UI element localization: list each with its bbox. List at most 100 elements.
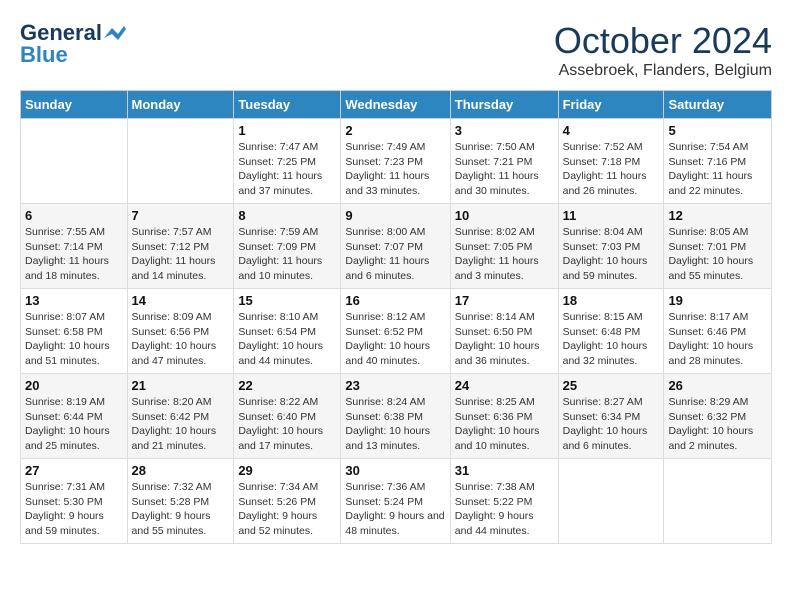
day-number: 5 xyxy=(668,123,767,138)
calendar-table: SundayMondayTuesdayWednesdayThursdayFrid… xyxy=(20,90,772,544)
day-info: Sunrise: 7:52 AM Sunset: 7:18 PM Dayligh… xyxy=(563,140,660,199)
day-number: 16 xyxy=(345,293,445,308)
day-info: Sunrise: 8:20 AM Sunset: 6:42 PM Dayligh… xyxy=(132,395,230,454)
calendar-cell: 28 Sunrise: 7:32 AM Sunset: 5:28 PM Dayli… xyxy=(127,459,234,544)
calendar-cell: 1 Sunrise: 7:47 AM Sunset: 7:25 PM Daylig… xyxy=(234,119,341,204)
day-number: 1 xyxy=(238,123,336,138)
calendar-cell: 31 Sunrise: 7:38 AM Sunset: 5:22 PM Dayli… xyxy=(450,459,558,544)
day-info: Sunrise: 8:09 AM Sunset: 6:56 PM Dayligh… xyxy=(132,310,230,369)
day-number: 15 xyxy=(238,293,336,308)
calendar-cell: 17Sunrise: 8:14 AM Sunset: 6:50 PM Dayli… xyxy=(450,289,558,374)
calendar-cell xyxy=(127,119,234,204)
calendar-cell: 25 Sunrise: 8:27 AM Sunset: 6:34 PM Dayli… xyxy=(558,374,664,459)
day-info: Sunrise: 7:47 AM Sunset: 7:25 PM Dayligh… xyxy=(238,140,336,199)
calendar-cell: 8 Sunrise: 7:59 AM Sunset: 7:09 PM Daylig… xyxy=(234,204,341,289)
day-number: 18 xyxy=(563,293,660,308)
day-number: 21 xyxy=(132,378,230,393)
calendar-cell: 11 Sunrise: 8:04 AM Sunset: 7:03 PM Dayli… xyxy=(558,204,664,289)
day-number: 11 xyxy=(563,208,660,223)
calendar-body: 1 Sunrise: 7:47 AM Sunset: 7:25 PM Daylig… xyxy=(21,119,772,544)
day-info: Sunrise: 8:17 AM Sunset: 6:46 PM Dayligh… xyxy=(668,310,767,369)
calendar-week-row: 13Sunrise: 8:07 AM Sunset: 6:58 PM Dayli… xyxy=(21,289,772,374)
day-info: Sunrise: 8:05 AM Sunset: 7:01 PM Dayligh… xyxy=(668,225,767,284)
day-info: Sunrise: 7:38 AM Sunset: 5:22 PM Dayligh… xyxy=(455,480,554,539)
day-info: Sunrise: 7:34 AM Sunset: 5:26 PM Dayligh… xyxy=(238,480,336,539)
day-number: 7 xyxy=(132,208,230,223)
calendar-cell: 2 Sunrise: 7:49 AM Sunset: 7:23 PM Daylig… xyxy=(341,119,450,204)
col-header-thursday: Thursday xyxy=(450,91,558,119)
day-number: 25 xyxy=(563,378,660,393)
calendar-cell: 26Sunrise: 8:29 AM Sunset: 6:32 PM Dayli… xyxy=(664,374,772,459)
calendar-cell: 22 Sunrise: 8:22 AM Sunset: 6:40 PM Dayli… xyxy=(234,374,341,459)
calendar-cell: 29 Sunrise: 7:34 AM Sunset: 5:26 PM Dayli… xyxy=(234,459,341,544)
calendar-cell: 7 Sunrise: 7:57 AM Sunset: 7:12 PM Daylig… xyxy=(127,204,234,289)
day-info: Sunrise: 7:57 AM Sunset: 7:12 PM Dayligh… xyxy=(132,225,230,284)
day-info: Sunrise: 8:22 AM Sunset: 6:40 PM Dayligh… xyxy=(238,395,336,454)
header: General Blue October 2024 Assebroek, Fla… xyxy=(20,20,772,80)
calendar-cell: 23 Sunrise: 8:24 AM Sunset: 6:38 PM Dayli… xyxy=(341,374,450,459)
col-header-tuesday: Tuesday xyxy=(234,91,341,119)
calendar-week-row: 27Sunrise: 7:31 AM Sunset: 5:30 PM Dayli… xyxy=(21,459,772,544)
location-subtitle: Assebroek, Flanders, Belgium xyxy=(554,62,772,80)
day-info: Sunrise: 7:54 AM Sunset: 7:16 PM Dayligh… xyxy=(668,140,767,199)
day-info: Sunrise: 7:50 AM Sunset: 7:21 PM Dayligh… xyxy=(455,140,554,199)
day-number: 24 xyxy=(455,378,554,393)
day-info: Sunrise: 8:27 AM Sunset: 6:34 PM Dayligh… xyxy=(563,395,660,454)
day-number: 14 xyxy=(132,293,230,308)
day-info: Sunrise: 8:10 AM Sunset: 6:54 PM Dayligh… xyxy=(238,310,336,369)
day-info: Sunrise: 7:49 AM Sunset: 7:23 PM Dayligh… xyxy=(345,140,445,199)
calendar-cell: 20 Sunrise: 8:19 AM Sunset: 6:44 PM Dayli… xyxy=(21,374,128,459)
calendar-cell: 21 Sunrise: 8:20 AM Sunset: 6:42 PM Dayli… xyxy=(127,374,234,459)
calendar-cell xyxy=(21,119,128,204)
day-number: 8 xyxy=(238,208,336,223)
calendar-cell: 4 Sunrise: 7:52 AM Sunset: 7:18 PM Daylig… xyxy=(558,119,664,204)
logo-bird-icon xyxy=(104,24,126,42)
calendar-cell: 14 Sunrise: 8:09 AM Sunset: 6:56 PM Dayli… xyxy=(127,289,234,374)
day-number: 22 xyxy=(238,378,336,393)
col-header-friday: Friday xyxy=(558,91,664,119)
day-number: 2 xyxy=(345,123,445,138)
day-number: 29 xyxy=(238,463,336,478)
day-number: 23 xyxy=(345,378,445,393)
calendar-cell xyxy=(558,459,664,544)
day-number: 3 xyxy=(455,123,554,138)
day-info: Sunrise: 8:15 AM Sunset: 6:48 PM Dayligh… xyxy=(563,310,660,369)
day-info: Sunrise: 7:32 AM Sunset: 5:28 PM Dayligh… xyxy=(132,480,230,539)
calendar-cell xyxy=(664,459,772,544)
day-number: 4 xyxy=(563,123,660,138)
day-number: 13 xyxy=(25,293,123,308)
day-number: 9 xyxy=(345,208,445,223)
day-info: Sunrise: 7:59 AM Sunset: 7:09 PM Dayligh… xyxy=(238,225,336,284)
day-info: Sunrise: 8:00 AM Sunset: 7:07 PM Dayligh… xyxy=(345,225,445,284)
calendar-cell: 15 Sunrise: 8:10 AM Sunset: 6:54 PM Dayli… xyxy=(234,289,341,374)
day-info: Sunrise: 8:12 AM Sunset: 6:52 PM Dayligh… xyxy=(345,310,445,369)
calendar-cell: 19 Sunrise: 8:17 AM Sunset: 6:46 PM Dayli… xyxy=(664,289,772,374)
title-section: October 2024 Assebroek, Flanders, Belgiu… xyxy=(554,20,772,80)
day-info: Sunrise: 8:02 AM Sunset: 7:05 PM Dayligh… xyxy=(455,225,554,284)
day-number: 19 xyxy=(668,293,767,308)
day-number: 30 xyxy=(345,463,445,478)
col-header-saturday: Saturday xyxy=(664,91,772,119)
day-number: 28 xyxy=(132,463,230,478)
calendar-cell: 18 Sunrise: 8:15 AM Sunset: 6:48 PM Dayli… xyxy=(558,289,664,374)
month-title: October 2024 xyxy=(554,20,772,62)
calendar-cell: 24Sunrise: 8:25 AM Sunset: 6:36 PM Dayli… xyxy=(450,374,558,459)
logo: General Blue xyxy=(20,20,126,68)
calendar-cell: 9 Sunrise: 8:00 AM Sunset: 7:07 PM Daylig… xyxy=(341,204,450,289)
calendar-week-row: 6Sunrise: 7:55 AM Sunset: 7:14 PM Daylig… xyxy=(21,204,772,289)
day-info: Sunrise: 8:19 AM Sunset: 6:44 PM Dayligh… xyxy=(25,395,123,454)
col-header-monday: Monday xyxy=(127,91,234,119)
day-info: Sunrise: 8:14 AM Sunset: 6:50 PM Dayligh… xyxy=(455,310,554,369)
day-info: Sunrise: 8:04 AM Sunset: 7:03 PM Dayligh… xyxy=(563,225,660,284)
day-number: 20 xyxy=(25,378,123,393)
day-number: 31 xyxy=(455,463,554,478)
day-number: 6 xyxy=(25,208,123,223)
calendar-cell: 3 Sunrise: 7:50 AM Sunset: 7:21 PM Daylig… xyxy=(450,119,558,204)
day-info: Sunrise: 8:24 AM Sunset: 6:38 PM Dayligh… xyxy=(345,395,445,454)
calendar-cell: 13Sunrise: 8:07 AM Sunset: 6:58 PM Dayli… xyxy=(21,289,128,374)
day-info: Sunrise: 7:31 AM Sunset: 5:30 PM Dayligh… xyxy=(25,480,123,539)
day-number: 26 xyxy=(668,378,767,393)
calendar-week-row: 20 Sunrise: 8:19 AM Sunset: 6:44 PM Dayli… xyxy=(21,374,772,459)
calendar-header-row: SundayMondayTuesdayWednesdayThursdayFrid… xyxy=(21,91,772,119)
calendar-week-row: 1 Sunrise: 7:47 AM Sunset: 7:25 PM Daylig… xyxy=(21,119,772,204)
